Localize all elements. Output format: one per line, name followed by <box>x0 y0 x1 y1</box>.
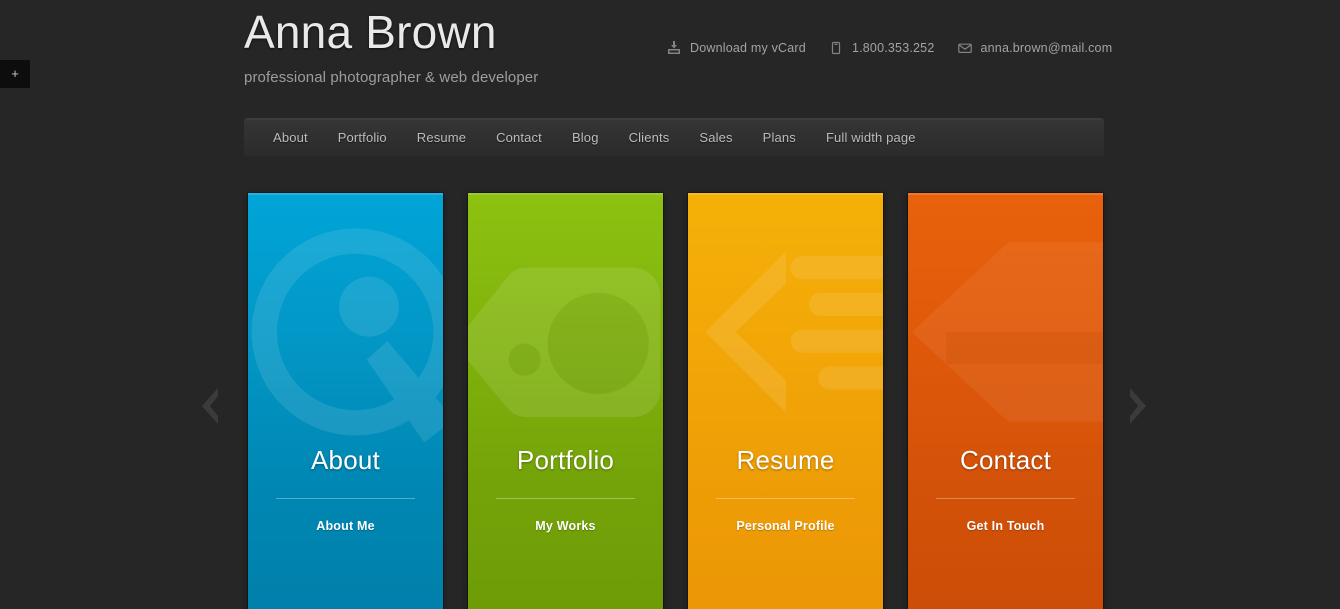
card-divider <box>496 498 635 499</box>
card-contact-title: Contact <box>920 445 1091 476</box>
card-divider <box>936 498 1075 499</box>
card-divider <box>716 498 855 499</box>
slider-next-button[interactable] <box>1118 380 1158 432</box>
card-contact[interactable]: Contact Get In Touch <box>908 193 1103 609</box>
nav-item-full-width-page[interactable]: Full width page <box>811 119 931 157</box>
site-header: Anna Brown professional photographer & w… <box>0 0 1340 110</box>
card-portfolio-body: Portfolio My Works <box>468 445 663 533</box>
card-about-body: About About Me <box>248 445 443 533</box>
phone-icon <box>828 40 844 56</box>
nav-item-portfolio[interactable]: Portfolio <box>323 119 402 157</box>
site-tagline: professional photographer & web develope… <box>244 69 764 86</box>
page-root: + Anna Brown professional photographer &… <box>0 0 1340 609</box>
download-vcard-link[interactable]: Download my vCard <box>666 40 806 56</box>
download-vcard-icon <box>666 40 682 56</box>
main-navigation: About Portfolio Resume Contact Blog Clie… <box>244 118 1104 156</box>
card-about-title: About <box>260 445 431 476</box>
envelope-icon <box>908 217 1103 447</box>
phone-label: 1.800.353.252 <box>852 41 935 55</box>
email-label: anna.brown@mail.com <box>981 41 1113 55</box>
user-circle-icon <box>248 217 443 447</box>
card-portfolio-title: Portfolio <box>480 445 651 476</box>
nav-item-clients[interactable]: Clients <box>614 119 685 157</box>
phone-link[interactable]: 1.800.353.252 <box>828 40 935 56</box>
feature-card-slider: About About Me Portfolio My Works <box>248 193 1104 609</box>
camera-icon <box>468 217 663 447</box>
nav-item-blog[interactable]: Blog <box>557 119 614 157</box>
card-resume-title: Resume <box>700 445 871 476</box>
card-about[interactable]: About About Me <box>248 193 443 609</box>
card-portfolio[interactable]: Portfolio My Works <box>468 193 663 609</box>
card-about-subtitle: About Me <box>260 519 431 533</box>
document-lines-icon <box>688 217 883 447</box>
card-portfolio-subtitle: My Works <box>480 519 651 533</box>
nav-item-contact[interactable]: Contact <box>481 119 557 157</box>
card-resume-body: Resume Personal Profile <box>688 445 883 533</box>
card-divider <box>276 498 415 499</box>
download-vcard-label: Download my vCard <box>690 41 806 55</box>
card-contact-body: Contact Get In Touch <box>908 445 1103 533</box>
nav-item-plans[interactable]: Plans <box>748 119 811 157</box>
slider-prev-button[interactable] <box>190 380 230 432</box>
nav-item-resume[interactable]: Resume <box>402 119 481 157</box>
nav-item-sales[interactable]: Sales <box>684 119 747 157</box>
card-resume[interactable]: Resume Personal Profile <box>688 193 883 609</box>
header-contact-bar: Download my vCard 1.800.353.252 <box>666 40 1112 56</box>
chevron-left-icon <box>198 386 222 426</box>
envelope-icon <box>957 40 973 56</box>
email-link[interactable]: anna.brown@mail.com <box>957 40 1113 56</box>
nav-item-about[interactable]: About <box>258 119 323 157</box>
chevron-right-icon <box>1126 386 1150 426</box>
card-resume-subtitle: Personal Profile <box>700 519 871 533</box>
card-contact-subtitle: Get In Touch <box>920 519 1091 533</box>
